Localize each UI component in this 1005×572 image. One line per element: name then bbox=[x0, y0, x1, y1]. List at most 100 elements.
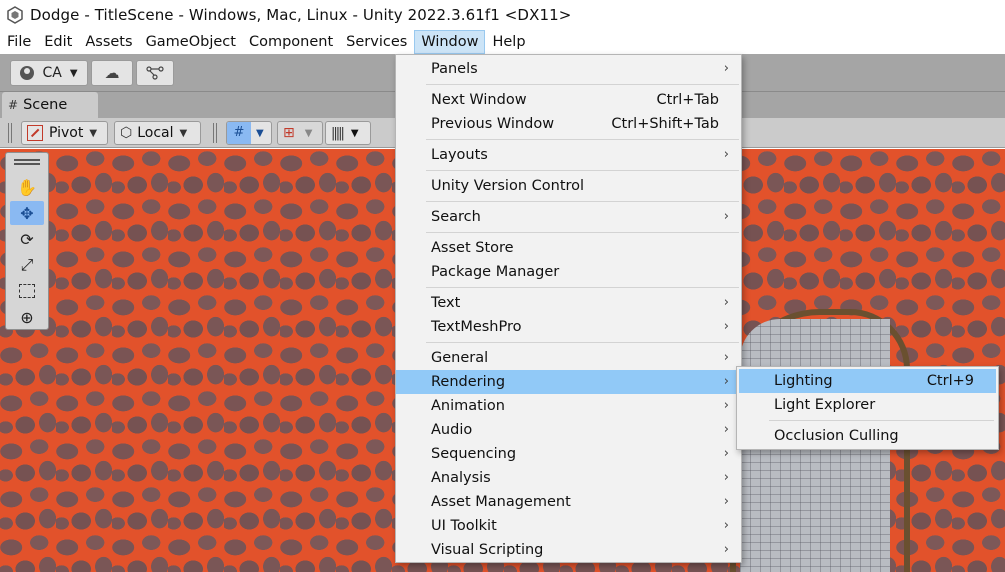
menu-item-search[interactable]: Search › bbox=[396, 205, 741, 229]
menu-item-layouts[interactable]: Layouts › bbox=[396, 143, 741, 167]
menu-item-label: Visual Scripting bbox=[431, 542, 544, 558]
menu-item-unity-version-control[interactable]: Unity Version Control bbox=[396, 174, 741, 198]
window-title: Dodge - TitleScene - Windows, Mac, Linux… bbox=[30, 6, 572, 24]
menu-item-label: Next Window bbox=[431, 92, 527, 108]
menu-separator bbox=[426, 139, 739, 140]
menu-item-panels[interactable]: Panels › bbox=[396, 57, 741, 81]
menu-item-label: Panels bbox=[431, 61, 478, 77]
chevron-right-icon: › bbox=[723, 295, 729, 310]
menu-separator bbox=[426, 84, 739, 85]
menu-item-label: UI Toolkit bbox=[431, 518, 497, 534]
submenu-item-lighting[interactable]: Lighting Ctrl+9 bbox=[739, 369, 996, 393]
cloud-icon: ☁ bbox=[104, 64, 120, 82]
menu-window[interactable]: Window bbox=[414, 30, 486, 54]
menu-file[interactable]: File bbox=[0, 30, 37, 54]
menu-gameobject[interactable]: GameObject bbox=[140, 30, 242, 54]
account-icon bbox=[20, 66, 35, 80]
version-control-button[interactable] bbox=[136, 60, 174, 86]
tool-palette: ✋ ✥ ⟳ ⤢ ⊕ bbox=[5, 152, 49, 330]
menu-item-next-window[interactable]: Next Window Ctrl+Tab bbox=[396, 88, 741, 112]
menu-services[interactable]: Services bbox=[340, 30, 413, 54]
gizmos-toggle[interactable]: ||||| ▼ bbox=[325, 121, 371, 145]
menu-item-ui-toolkit[interactable]: UI Toolkit › bbox=[396, 514, 741, 538]
menu-separator bbox=[426, 342, 739, 343]
unity-logo-icon bbox=[7, 6, 23, 24]
menu-item-animation[interactable]: Animation › bbox=[396, 394, 741, 418]
pivot-dropdown[interactable]: Pivot ▼ bbox=[21, 121, 108, 145]
tab-scene[interactable]: # Scene bbox=[2, 92, 98, 118]
menu-item-package-manager[interactable]: Package Manager bbox=[396, 260, 741, 284]
menu-component[interactable]: Component bbox=[243, 30, 339, 54]
menu-item-label: Previous Window bbox=[431, 116, 555, 132]
menu-item-label: TextMeshPro bbox=[431, 319, 522, 335]
menu-item-visual-scripting[interactable]: Visual Scripting › bbox=[396, 538, 741, 562]
chevron-right-icon: › bbox=[723, 319, 729, 334]
move-tool-button[interactable]: ✥ bbox=[10, 201, 44, 225]
increment-snapping-toggle[interactable]: ⊞ ▼ bbox=[277, 121, 323, 145]
submenu-item-shortcut: Ctrl+9 bbox=[926, 373, 974, 389]
menu-item-label: Sequencing bbox=[431, 446, 517, 462]
menu-item-shortcut: Ctrl+Shift+Tab bbox=[611, 116, 719, 132]
menu-item-audio[interactable]: Audio › bbox=[396, 418, 741, 442]
local-dropdown[interactable]: ⬡ Local ▼ bbox=[114, 121, 201, 145]
increment-snap-icon: ⊞ bbox=[283, 125, 295, 141]
menu-help[interactable]: Help bbox=[486, 30, 531, 54]
account-label: CA bbox=[42, 65, 62, 81]
chevron-down-icon: ▼ bbox=[256, 127, 264, 139]
chevron-down-icon: ▼ bbox=[89, 127, 98, 139]
submenu-item-label: Occlusion Culling bbox=[774, 428, 899, 444]
chevron-right-icon: › bbox=[723, 61, 729, 76]
menu-separator bbox=[426, 170, 739, 171]
chevron-down-icon: ▼ bbox=[350, 127, 359, 139]
menu-assets[interactable]: Assets bbox=[79, 30, 138, 54]
rotate-tool-button[interactable]: ⟳ bbox=[10, 227, 44, 251]
chevron-right-icon: › bbox=[723, 209, 729, 224]
menu-item-label: Text bbox=[431, 295, 461, 311]
menu-separator bbox=[426, 232, 739, 233]
submenu-item-light-explorer[interactable]: Light Explorer bbox=[739, 393, 996, 417]
chevron-right-icon: › bbox=[723, 374, 729, 389]
menu-item-rendering[interactable]: Rendering › bbox=[396, 370, 741, 394]
menu-item-text[interactable]: Text › bbox=[396, 291, 741, 315]
menu-item-label: Package Manager bbox=[431, 264, 560, 280]
palette-drag-handle[interactable] bbox=[14, 159, 40, 165]
toolbar-grip[interactable] bbox=[8, 123, 12, 143]
submenu-item-label: Lighting bbox=[774, 373, 833, 389]
transform-tool-button[interactable]: ⊕ bbox=[10, 305, 44, 329]
chevron-down-icon: ▼ bbox=[304, 127, 313, 139]
pivot-label: Pivot bbox=[49, 125, 84, 141]
grid-snapping-toggle[interactable]: # ▼ bbox=[226, 121, 272, 145]
menu-separator bbox=[426, 287, 739, 288]
menu-item-asset-management[interactable]: Asset Management › bbox=[396, 490, 741, 514]
scale-icon: ⤢ bbox=[20, 255, 34, 274]
toolbar-grip-2[interactable] bbox=[213, 123, 217, 143]
title-bar: Dodge - TitleScene - Windows, Mac, Linux… bbox=[0, 0, 1005, 30]
chevron-right-icon: › bbox=[723, 470, 729, 485]
menu-item-label: Layouts bbox=[431, 147, 488, 163]
local-label: Local bbox=[137, 125, 174, 141]
rotate-icon: ⟳ bbox=[20, 229, 34, 249]
menu-bar: File Edit Assets GameObject Component Se… bbox=[0, 30, 1005, 54]
menu-item-textmeshpro[interactable]: TextMeshPro › bbox=[396, 315, 741, 339]
rect-tool-button[interactable] bbox=[10, 279, 44, 303]
transform-icon: ⊕ bbox=[20, 307, 34, 327]
menu-item-general[interactable]: General › bbox=[396, 346, 741, 370]
account-dropdown[interactable]: CA ▼ bbox=[10, 60, 88, 86]
chevron-right-icon: › bbox=[723, 446, 729, 461]
hand-tool-button[interactable]: ✋ bbox=[10, 175, 44, 199]
branch-icon bbox=[146, 66, 164, 80]
menu-edit[interactable]: Edit bbox=[38, 30, 78, 54]
chevron-right-icon: › bbox=[723, 542, 729, 557]
scale-tool-button[interactable]: ⤢ bbox=[10, 253, 44, 277]
chevron-down-icon: ▼ bbox=[69, 67, 78, 79]
menu-item-sequencing[interactable]: Sequencing › bbox=[396, 442, 741, 466]
cloud-button[interactable]: ☁ bbox=[91, 60, 133, 86]
menu-item-analysis[interactable]: Analysis › bbox=[396, 466, 741, 490]
tab-scene-label: Scene bbox=[23, 97, 68, 113]
menu-item-label: Search bbox=[431, 209, 481, 225]
menu-item-asset-store[interactable]: Asset Store bbox=[396, 236, 741, 260]
menu-item-previous-window[interactable]: Previous Window Ctrl+Shift+Tab bbox=[396, 112, 741, 136]
submenu-item-label: Light Explorer bbox=[774, 397, 876, 413]
submenu-item-occlusion-culling[interactable]: Occlusion Culling bbox=[739, 424, 996, 448]
chevron-right-icon: › bbox=[723, 398, 729, 413]
